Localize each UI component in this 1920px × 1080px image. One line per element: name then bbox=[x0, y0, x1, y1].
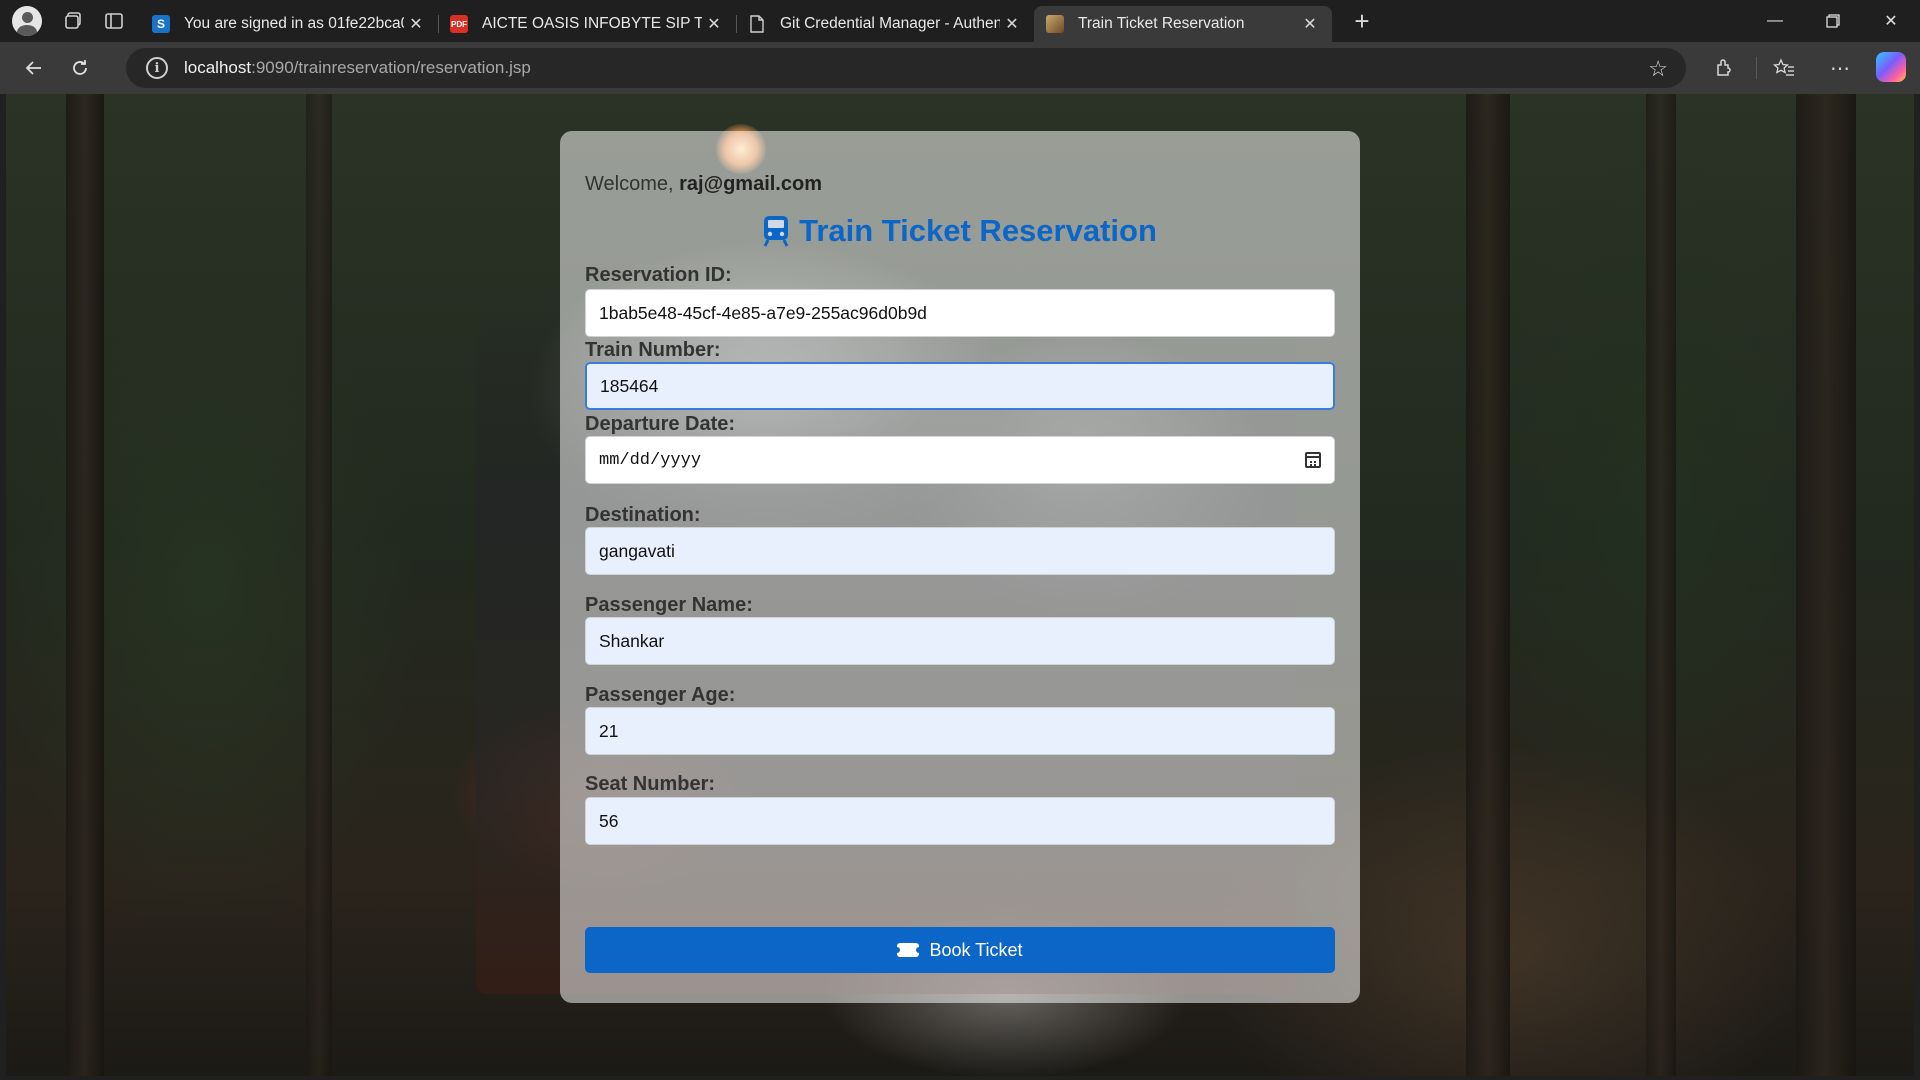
window-controls: — ✕ bbox=[1746, 0, 1920, 42]
tree-trunk bbox=[1796, 94, 1856, 1076]
calendar-icon[interactable] bbox=[1305, 452, 1321, 468]
tab-title: Train Ticket Reservation bbox=[1078, 15, 1245, 32]
passenger-name-input[interactable]: Shankar bbox=[585, 617, 1335, 665]
reservation-id-label: Reservation ID: bbox=[585, 264, 732, 286]
tab-train-reservation[interactable]: Train Ticket Reservation ✕ bbox=[1034, 6, 1332, 42]
minimize-icon[interactable]: — bbox=[1746, 0, 1804, 42]
favorites-icon[interactable] bbox=[1764, 48, 1804, 88]
tab-title: AICTE OASIS INFOBYTE SIP TASK L bbox=[482, 15, 702, 32]
tab-title: Git Credential Manager - Authent bbox=[780, 15, 1000, 32]
close-icon[interactable]: ✕ bbox=[1298, 14, 1322, 34]
seat-number-input[interactable]: 56 bbox=[585, 797, 1335, 845]
more-options-icon[interactable]: ⋯ bbox=[1820, 48, 1860, 88]
reservation-id-input[interactable]: 1bab5e48-45cf-4e85-a7e9-255ac96d0b9d bbox=[585, 289, 1335, 337]
tree-trunk bbox=[1466, 94, 1510, 1076]
s-brand-icon: S bbox=[152, 15, 170, 33]
tab-git-credential[interactable]: Git Credential Manager - Authent ✕ bbox=[736, 6, 1034, 42]
workspaces-icon[interactable] bbox=[54, 3, 94, 39]
destination-label: Destination: bbox=[585, 504, 701, 526]
browser-toolbar: i localhost:9090/trainreservation/reserv… bbox=[0, 42, 1920, 94]
site-favicon bbox=[1046, 15, 1064, 33]
page-title: Train Ticket Reservation bbox=[560, 213, 1360, 249]
page-title-text: Train Ticket Reservation bbox=[799, 213, 1157, 248]
copilot-icon[interactable] bbox=[1876, 52, 1906, 82]
passenger-name-label: Passenger Name: bbox=[585, 594, 753, 616]
train-icon bbox=[763, 215, 789, 247]
ticket-icon bbox=[894, 943, 923, 957]
date-placeholder: mm/dd/yyyy bbox=[599, 450, 702, 470]
pdf-icon: PDF bbox=[450, 15, 468, 33]
refresh-icon[interactable] bbox=[58, 48, 102, 88]
back-arrow-icon[interactable] bbox=[12, 48, 56, 88]
close-icon[interactable]: ✕ bbox=[702, 14, 726, 34]
book-ticket-button[interactable]: Book Ticket bbox=[585, 927, 1335, 973]
toolbar-divider bbox=[1756, 57, 1757, 79]
train-number-input[interactable]: 185464 bbox=[585, 362, 1335, 410]
tab-signed-in[interactable]: S You are signed in as 01fe22bca00 ✕ bbox=[140, 6, 438, 42]
tree-trunk bbox=[306, 94, 332, 1076]
profile-avatar-icon[interactable] bbox=[12, 6, 42, 36]
page-viewport: Welcome, raj@gmail.com Train Ticket Rese… bbox=[6, 94, 1914, 1076]
departure-date-label: Departure Date: bbox=[585, 413, 736, 435]
train-number-label: Train Number: bbox=[585, 339, 721, 361]
browser-tab-bar: S You are signed in as 01fe22bca00 ✕ PDF… bbox=[0, 0, 1920, 42]
restore-icon[interactable] bbox=[1804, 0, 1862, 42]
close-icon[interactable]: ✕ bbox=[1000, 14, 1024, 34]
departure-date-input[interactable]: mm/dd/yyyy bbox=[585, 436, 1335, 484]
tree-trunk bbox=[1646, 94, 1676, 1076]
welcome-message: Welcome, raj@gmail.com bbox=[585, 173, 822, 196]
close-window-icon[interactable]: ✕ bbox=[1862, 0, 1920, 42]
tree-trunk bbox=[66, 94, 104, 1076]
site-info-icon[interactable]: i bbox=[146, 57, 168, 79]
reservation-form-card: Welcome, raj@gmail.com Train Ticket Rese… bbox=[560, 131, 1360, 1003]
user-email: raj@gmail.com bbox=[679, 173, 822, 195]
vertical-tabs-icon[interactable] bbox=[94, 3, 134, 39]
url-path: :9090/trainreservation/reservation.jsp bbox=[251, 58, 531, 77]
close-icon[interactable]: ✕ bbox=[404, 14, 428, 34]
destination-input[interactable]: gangavati bbox=[585, 527, 1335, 575]
tab-strip: S You are signed in as 01fe22bca00 ✕ PDF… bbox=[140, 0, 1382, 42]
extensions-icon[interactable] bbox=[1704, 48, 1744, 88]
seat-number-label: Seat Number: bbox=[585, 773, 716, 795]
welcome-prefix: Welcome, bbox=[585, 173, 680, 195]
book-ticket-label: Book Ticket bbox=[929, 939, 1023, 960]
tab-title: You are signed in as 01fe22bca00 bbox=[184, 15, 404, 32]
address-bar[interactable]: i localhost:9090/trainreservation/reserv… bbox=[126, 48, 1686, 88]
page-icon bbox=[748, 15, 766, 33]
url-host: localhost bbox=[184, 58, 252, 77]
new-tab-button[interactable]: + bbox=[1342, 3, 1382, 39]
passenger-age-label: Passenger Age: bbox=[585, 684, 736, 706]
tab-aicte-pdf[interactable]: PDF AICTE OASIS INFOBYTE SIP TASK L ✕ bbox=[438, 6, 736, 42]
favorite-star-icon[interactable]: ☆ bbox=[1648, 56, 1668, 82]
passenger-age-input[interactable]: 21 bbox=[585, 707, 1335, 755]
